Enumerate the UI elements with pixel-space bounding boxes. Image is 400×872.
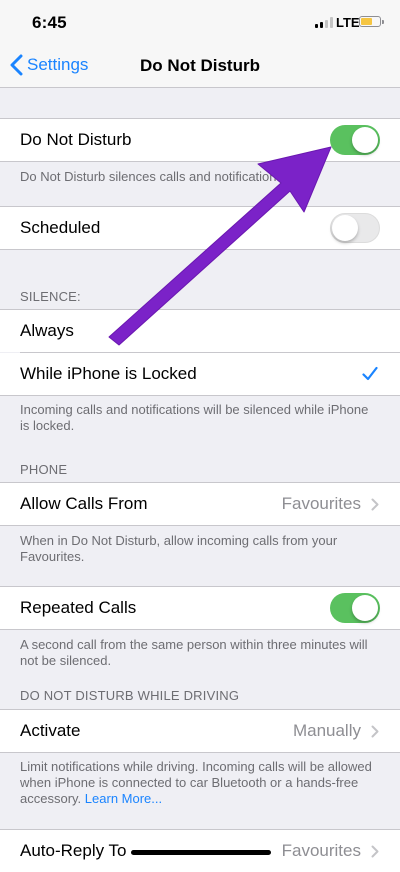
auto-reply-label: Auto-Reply To [20, 841, 127, 860]
scheduled-toggle[interactable] [330, 213, 380, 243]
driving-footer: Limit notifications while driving. Incom… [20, 759, 380, 807]
chevron-right-icon [371, 498, 379, 511]
activate-value: Manually [292, 721, 361, 740]
repeated-calls-footer: A second call from the same person withi… [20, 637, 368, 668]
auto-reply-value: Favourites [281, 841, 361, 860]
battery-icon [359, 16, 384, 27]
silence-footer: Incoming calls and notifications will be… [20, 402, 369, 433]
scheduled-row: Scheduled [0, 207, 400, 249]
driving-header: DO NOT DISTURB WHILE DRIVING [20, 688, 240, 703]
checkmark-icon [362, 366, 378, 381]
network-type: LTE [336, 15, 360, 30]
silence-option-always[interactable]: Always [0, 310, 400, 352]
scheduled-label: Scheduled [20, 218, 101, 237]
repeated-calls-label: Repeated Calls [20, 598, 137, 617]
repeated-calls-row: Repeated Calls [0, 587, 400, 629]
chevron-right-icon [371, 725, 379, 738]
home-indicator [131, 850, 271, 855]
allow-calls-footer: When in Do Not Disturb, allow incoming c… [20, 533, 338, 564]
chevron-right-icon [371, 845, 379, 858]
silence-option-label: While iPhone is Locked [20, 364, 197, 383]
learn-more-link[interactable]: Learn More... [85, 791, 162, 806]
silence-option-label: Always [20, 321, 74, 340]
repeated-calls-toggle[interactable] [330, 593, 380, 623]
phone-header: PHONE [20, 462, 68, 477]
status-time: 6:45 [32, 13, 67, 32]
allow-calls-from-label: Allow Calls From [20, 494, 148, 513]
do-not-disturb-footer: Do Not Disturb silences calls and notifi… [20, 169, 284, 184]
driving-footer-text: Limit notifications while driving. Incom… [20, 759, 372, 806]
status-bar: 6:45 LTE [0, 0, 400, 44]
do-not-disturb-toggle[interactable] [330, 125, 380, 155]
silence-header: SILENCE: [20, 289, 81, 304]
allow-calls-from-row[interactable]: Allow Calls From Favourites [0, 483, 400, 525]
silence-option-while-locked[interactable]: While iPhone is Locked [0, 353, 400, 395]
do-not-disturb-row: Do Not Disturb [0, 119, 400, 161]
activate-label: Activate [20, 721, 81, 740]
do-not-disturb-label: Do Not Disturb [20, 130, 132, 149]
page-title: Do Not Disturb [140, 56, 260, 75]
allow-calls-from-value: Favourites [281, 494, 361, 513]
cellular-signal-icon [315, 17, 335, 28]
activate-row[interactable]: Activate Manually [0, 710, 400, 752]
navigation-bar: Settings Do Not Disturb [0, 44, 400, 88]
